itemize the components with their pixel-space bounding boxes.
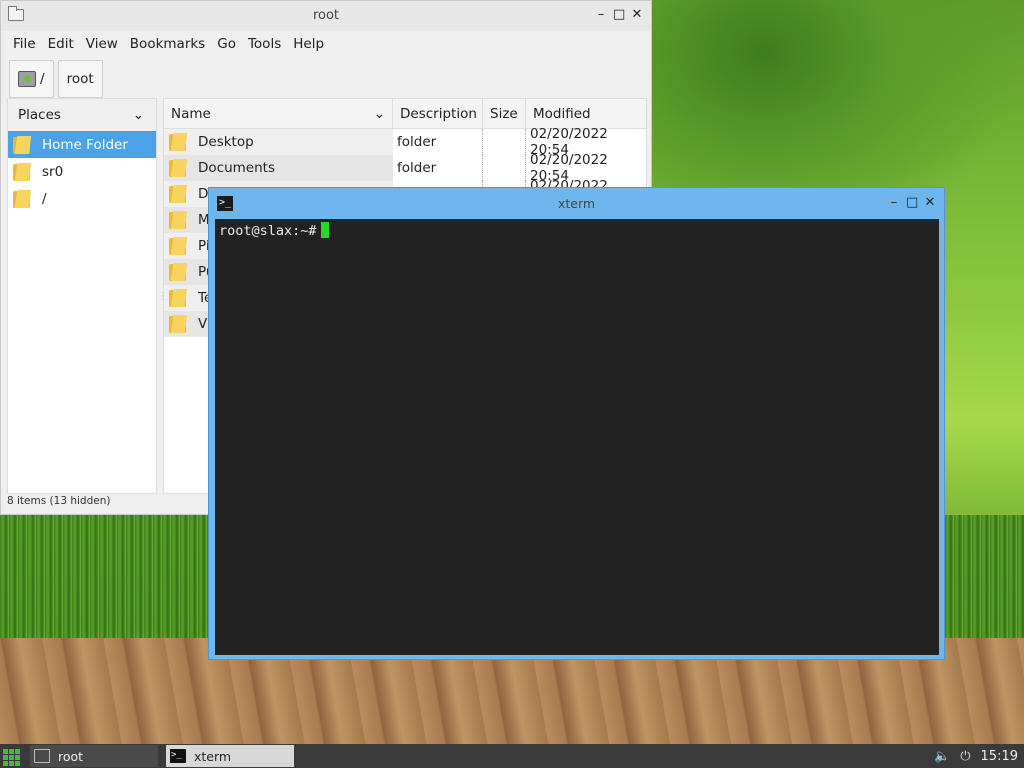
file-size-cell (483, 129, 526, 155)
close-icon[interactable]: ✕ (631, 7, 643, 23)
terminal-area[interactable]: root@slax:~# (215, 219, 939, 655)
task-label: xterm (194, 748, 232, 764)
place-label: Home Folder (42, 136, 128, 153)
menu-tools[interactable]: Tools (242, 36, 287, 52)
close-icon[interactable]: ✕ (924, 195, 936, 210)
folder-icon (168, 184, 188, 204)
sort-chevron-icon: ⌄ (373, 105, 385, 122)
menu-go[interactable]: Go (211, 36, 242, 52)
column-name[interactable]: Name ⌄ (164, 99, 393, 128)
column-name-label: Name (171, 105, 211, 122)
file-name: Documents (198, 160, 275, 176)
folder-icon (168, 236, 188, 256)
terminal-prompt: root@slax:~# (219, 223, 317, 239)
task-label: root (58, 748, 84, 764)
folder-icon (12, 189, 32, 209)
maximize-icon[interactable]: □ (613, 7, 625, 23)
xterm-title: xterm (557, 196, 596, 211)
file-name: Desktop (198, 134, 254, 150)
column-modified[interactable]: Modified (526, 99, 646, 128)
file-name-cell: Desktop (164, 129, 393, 155)
power-icon[interactable]: ⏻ (960, 749, 970, 764)
folder-icon (168, 132, 188, 152)
menu-help[interactable]: Help (287, 36, 330, 52)
xterm-titlebar[interactable]: >_ xterm – □ ✕ (209, 188, 944, 219)
system-tray: 🔈 ⏻ 15:19 (934, 744, 1018, 768)
places-title: Places (18, 107, 61, 123)
maximize-icon[interactable]: □ (906, 195, 918, 210)
start-menu-button[interactable] (0, 744, 22, 768)
terminal-cursor (320, 222, 329, 238)
file-manager-titlebar[interactable]: root – □ ✕ (1, 1, 651, 31)
file-size-cell (483, 155, 526, 181)
folder-icon (168, 262, 188, 282)
menu-bookmarks[interactable]: Bookmarks (124, 36, 211, 52)
file-description-cell: folder (393, 155, 483, 181)
place-sr0[interactable]: sr0 (8, 158, 156, 185)
file-name-cell: Documents (164, 155, 393, 181)
file-list-header: Name ⌄ Description Size Modified (164, 99, 646, 129)
folder-icon (12, 162, 32, 182)
path-current-label: root (66, 71, 94, 87)
places-header[interactable]: Places ⌄ (8, 99, 156, 131)
status-bar: 8 items (13 hidden) (7, 495, 111, 507)
folder-icon (168, 288, 188, 308)
task-xterm[interactable]: >_ xterm (166, 745, 294, 767)
clock: 15:19 (980, 748, 1018, 764)
place-label: / (42, 190, 47, 207)
places-sidebar: Places ⌄ Home Folder sr0 / (7, 98, 157, 494)
place-root[interactable]: / (8, 185, 156, 212)
minimize-icon[interactable]: – (595, 7, 607, 23)
path-root-label: / (40, 71, 45, 87)
window-title: root (312, 8, 340, 23)
path-current-button[interactable]: root (57, 60, 103, 98)
menu-file[interactable]: File (7, 36, 42, 52)
xterm-window: >_ xterm – □ ✕ root@slax:~# (208, 187, 945, 660)
task-root[interactable]: root (30, 745, 158, 767)
folder-icon (168, 210, 188, 230)
volume-icon[interactable]: 🔈 (934, 749, 950, 764)
folder-icon (168, 314, 188, 334)
column-size[interactable]: Size (483, 99, 526, 128)
taskbar: root >_ xterm 🔈 ⏻ 15:19 (0, 744, 1024, 768)
chevron-down-icon[interactable]: ⌄ (133, 107, 144, 123)
folder-icon (12, 135, 32, 155)
menu-edit[interactable]: Edit (42, 36, 80, 52)
place-label: sr0 (42, 163, 64, 180)
folder-icon (168, 158, 188, 178)
path-bar: / root (1, 57, 651, 101)
menu-view[interactable]: View (80, 36, 124, 52)
drive-icon (18, 71, 36, 87)
place-home-folder[interactable]: Home Folder (8, 131, 156, 158)
folder-icon (34, 749, 50, 763)
minimize-icon[interactable]: – (888, 195, 900, 210)
file-description-cell: folder (393, 129, 483, 155)
terminal-icon: >_ (170, 749, 186, 763)
path-root-button[interactable]: / (9, 60, 54, 98)
menu-bar: File Edit View Bookmarks Go Tools Help (1, 31, 651, 57)
column-description[interactable]: Description (393, 99, 483, 128)
